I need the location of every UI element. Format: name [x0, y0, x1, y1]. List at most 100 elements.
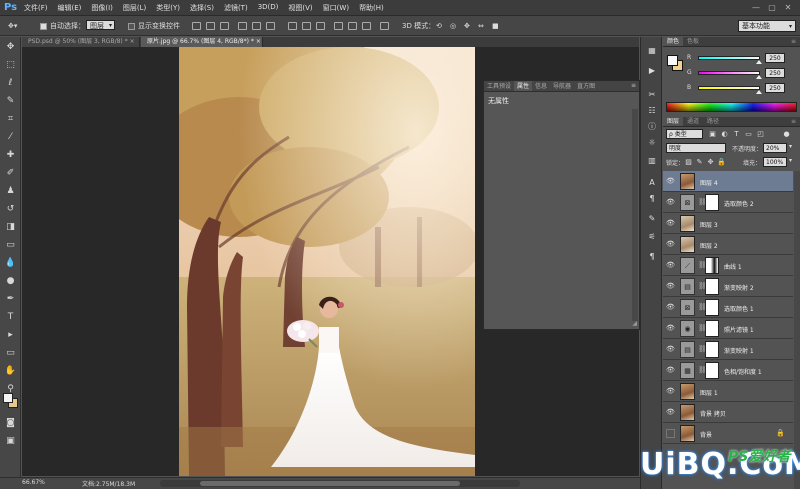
clone-stamp-tool-icon[interactable]: ♟ [4, 185, 17, 198]
close-icon[interactable]: × [256, 38, 261, 45]
minimize-icon[interactable]: — [748, 2, 764, 13]
slider-value-input[interactable]: 250 [765, 68, 785, 78]
align-vcenter-icon[interactable] [206, 22, 215, 30]
foreground-color-swatch[interactable] [667, 55, 678, 66]
slider-track[interactable] [698, 86, 760, 90]
visibility-eye-icon[interactable]: 👁 [666, 345, 675, 354]
lock-transparency-icon[interactable]: ▨ [684, 157, 693, 167]
slider-thumb[interactable] [755, 60, 762, 64]
lock-pixels-icon[interactable]: ✎ [695, 157, 704, 167]
close-icon[interactable]: × [130, 38, 135, 45]
document-info[interactable]: 文档:2.75M/18.3M [82, 479, 135, 488]
layer-mask-thumbnail[interactable] [705, 257, 719, 274]
filter-smart-icon[interactable]: ◰ [756, 129, 765, 139]
menu-item[interactable]: 滤镜(T) [224, 3, 248, 13]
filter-toggle-icon[interactable]: ● [782, 129, 791, 139]
menu-item[interactable]: 图层(L) [123, 3, 146, 13]
visibility-eye-icon[interactable]: 👁 [666, 303, 675, 312]
history-brush-tool-icon[interactable]: ↺ [4, 203, 17, 216]
navigator-icon[interactable]: ☼ [646, 137, 658, 149]
3d-roll-icon[interactable]: ◎ [450, 20, 456, 32]
menu-item[interactable]: 图像(I) [91, 3, 113, 13]
distribute-right-icon[interactable] [362, 22, 371, 30]
color-spectrum-bar[interactable] [666, 102, 797, 112]
visibility-eye-icon[interactable]: 👁 [666, 366, 675, 375]
tab-properties-0[interactable]: 工具预设 [484, 81, 514, 91]
chevron-down-icon[interactable]: ▾ [789, 143, 792, 150]
gradient-tool-icon[interactable]: ▭ [4, 239, 17, 252]
color-swatches[interactable] [0, 387, 21, 411]
paragraph-style-icon[interactable]: ¶ [646, 193, 658, 205]
lasso-tool-icon[interactable]: ℓ [4, 77, 17, 90]
blur-tool-icon[interactable]: 💧 [4, 257, 17, 270]
layer-mask-thumbnail[interactable] [705, 299, 719, 316]
path-select-tool-icon[interactable]: ▸ [4, 329, 17, 342]
layer-row[interactable]: 👁 ⟋ ⛓ 曲线 1 [663, 255, 793, 276]
healing-brush-tool-icon[interactable]: ✚ [4, 149, 17, 162]
layer-row[interactable]: 👁 图层 3 [663, 213, 793, 234]
rectangle-tool-icon[interactable]: ▭ [4, 347, 17, 360]
panel-menu-icon[interactable]: ≡ [787, 117, 800, 126]
visibility-eye-icon[interactable]: 👁 [666, 240, 675, 249]
brush-icon[interactable]: ✎ [646, 213, 658, 225]
auto-select-dropdown[interactable]: 图层 [86, 20, 115, 32]
eyedropper-tool-icon[interactable]: ⁄ [4, 131, 17, 144]
visibility-eye-icon[interactable]: 👁 [666, 219, 675, 228]
menu-item[interactable]: 视图(V) [288, 3, 312, 13]
layer-row[interactable]: 👁 ⊠ ⛓ 选取颜色 1 [663, 297, 793, 318]
distribute-top-icon[interactable] [288, 22, 297, 30]
dodge-tool-icon[interactable]: ● [4, 275, 17, 288]
align-right-icon[interactable] [266, 22, 275, 30]
actions-icon[interactable]: ▶ [646, 65, 658, 77]
distribute-hcenter-icon[interactable] [348, 22, 357, 30]
opacity-input[interactable]: 20% [763, 143, 787, 153]
blend-mode-dropdown[interactable]: 明度 [666, 143, 726, 153]
menu-item[interactable]: 窗口(W) [323, 3, 349, 13]
visibility-eye-icon[interactable]: 👁 [666, 261, 675, 270]
menu-item[interactable]: 选择(S) [190, 3, 214, 13]
history-icon[interactable]: ▦ [646, 45, 658, 57]
layer-row[interactable]: 👁 ▦ ⛓ 色相/饱和度 1 [663, 360, 793, 381]
tab-color-1[interactable]: 色板 [683, 37, 703, 46]
layer-row[interactable]: 👁 背景 拷贝 [663, 402, 793, 423]
panel-menu-icon[interactable]: ≡ [631, 82, 636, 89]
move-tool-icon[interactable]: ✥▾ [8, 20, 17, 32]
align-top-icon[interactable] [192, 22, 201, 30]
layer-mask-thumbnail[interactable] [705, 278, 719, 295]
auto-select-checkbox[interactable]: 自动选择： [40, 20, 85, 32]
layer-row[interactable]: 👁 ▤ ⛓ 渐变映射 2 [663, 276, 793, 297]
filter-adjustment-icon[interactable]: ◐ [720, 129, 729, 139]
tab-properties-2[interactable]: 信息 [532, 81, 550, 91]
menu-item[interactable]: 帮助(H) [359, 3, 384, 13]
auto-align-icon[interactable] [380, 22, 389, 30]
tab-layers-2[interactable]: 路径 [703, 117, 723, 126]
slider-value-input[interactable]: 250 [765, 83, 785, 93]
layer-row[interactable]: 👁 图层 2 [663, 234, 793, 255]
info-icon[interactable]: ⓘ [646, 121, 658, 133]
tab-psd-document[interactable]: PSD.psd @ 50% (图层 3, RGB/8) * × [22, 37, 140, 47]
document-image[interactable] [179, 47, 475, 476]
eraser-tool-icon[interactable]: ◨ [4, 221, 17, 234]
align-bottom-icon[interactable] [220, 22, 229, 30]
visibility-eye-icon[interactable]: 👁 [666, 408, 675, 417]
layer-row[interactable]: 👁 ▤ ⛓ 渐变映射 1 [663, 339, 793, 360]
tab-original-photo[interactable]: 原片.jpg @ 66.7% (图层 4, RGB/8*) * × [141, 37, 263, 47]
slider-thumb[interactable] [755, 90, 762, 94]
visibility-eye-icon[interactable]: 👁 [666, 324, 675, 333]
menu-item[interactable]: 编辑(E) [58, 3, 82, 13]
show-transform-checkbox[interactable]: 显示变换控件 [128, 20, 180, 32]
filter-type-icon[interactable]: T [732, 129, 741, 139]
layers-scrollbar[interactable] [794, 171, 800, 489]
chevron-down-icon[interactable]: ▾ [789, 157, 792, 164]
3d-pan-icon[interactable]: ✥ [464, 20, 470, 32]
close-icon[interactable]: ✕ [780, 2, 796, 13]
properties-scrollbar[interactable] [632, 109, 638, 321]
pen-tool-icon[interactable]: ✒ [4, 293, 17, 306]
quick-select-tool-icon[interactable]: ✎ [4, 95, 17, 108]
horizontal-scrollbar[interactable] [160, 480, 520, 487]
screen-mode-icon[interactable]: ▣ [4, 435, 17, 448]
lock-all-icon[interactable]: 🔒 [717, 157, 726, 167]
marquee-tool-icon[interactable]: ⬚ [4, 59, 17, 72]
fill-input[interactable]: 100% [763, 157, 787, 167]
panel-menu-icon[interactable]: ≡ [787, 37, 800, 46]
